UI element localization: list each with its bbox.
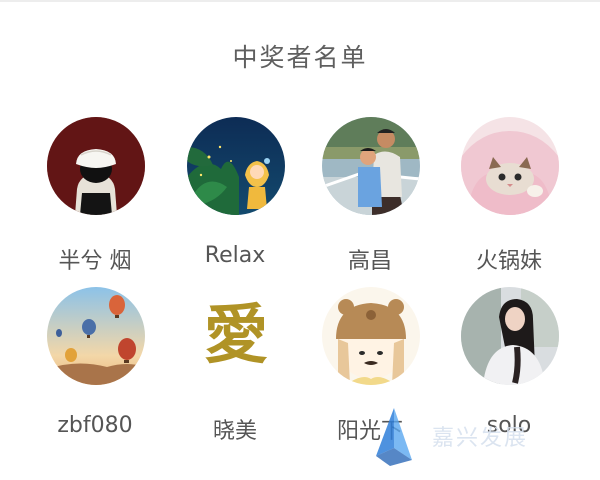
svg-text:愛: 愛 bbox=[204, 299, 268, 373]
avatar[interactable] bbox=[461, 117, 559, 215]
winner-item[interactable]: 火锅妹 bbox=[449, 117, 569, 297]
winner-item[interactable]: 高昌 bbox=[310, 117, 430, 297]
avatar[interactable] bbox=[461, 287, 559, 385]
winner-name: zbf080 bbox=[57, 413, 133, 438]
winner-name: 高昌 bbox=[347, 249, 392, 274]
avatar[interactable] bbox=[322, 287, 420, 385]
winner-item[interactable]: 半兮 烟 bbox=[35, 117, 155, 297]
watermark: 嘉兴发展 bbox=[368, 404, 588, 474]
blue-triangle-logo-icon bbox=[376, 408, 412, 466]
winner-item[interactable]: Relax bbox=[175, 117, 295, 297]
avatar[interactable] bbox=[322, 117, 420, 215]
avatar[interactable]: 愛 bbox=[187, 287, 285, 385]
avatar[interactable] bbox=[47, 287, 145, 385]
avatar[interactable] bbox=[47, 117, 145, 215]
winner-name: Relax bbox=[204, 243, 266, 268]
winner-name: 晓美 bbox=[212, 419, 257, 444]
winner-name: 半兮 烟 bbox=[58, 249, 132, 274]
avatar[interactable] bbox=[187, 117, 285, 215]
winner-item[interactable]: zbf080 bbox=[35, 287, 155, 467]
watermark-text: 嘉兴发展 bbox=[432, 426, 529, 451]
winner-name: 火锅妹 bbox=[475, 249, 542, 274]
top-divider bbox=[0, 0, 600, 2]
winner-item[interactable]: 愛 晓美 bbox=[175, 287, 295, 467]
page-title: 中奖者名单 bbox=[232, 43, 368, 72]
